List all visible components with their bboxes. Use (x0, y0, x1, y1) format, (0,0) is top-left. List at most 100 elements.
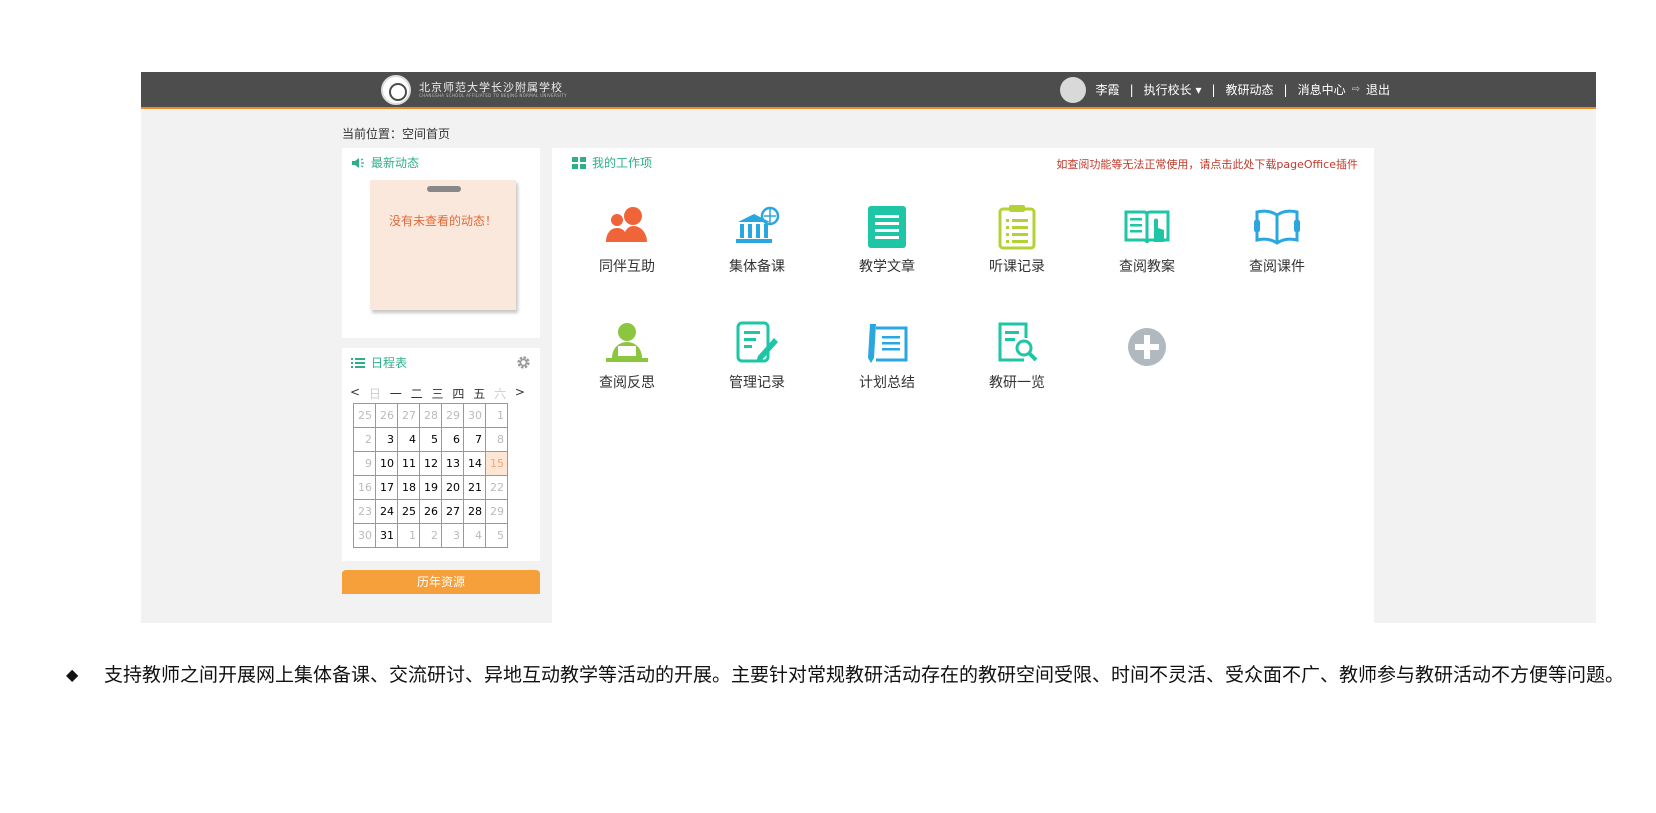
user-name[interactable]: 李霞 (1096, 81, 1120, 98)
tile-management-records[interactable]: 管理记录 (702, 320, 812, 392)
calendar-day[interactable]: 2 (353, 427, 376, 452)
calendar-day[interactable]: 28 (463, 499, 486, 524)
screenshot-frame: 北京师范大学长沙附属学校 CHANGSHA SCHOOL AFFILIATED … (141, 72, 1596, 623)
calendar-day[interactable]: 28 (419, 403, 442, 428)
calendar-day[interactable]: 3 (375, 427, 398, 452)
weekday-label: 二 (410, 387, 423, 401)
calendar-day[interactable]: 29 (441, 403, 464, 428)
plugin-download-link[interactable]: 如查阅功能等无法正常使用，请点击此处下载pageOffice插件 (1056, 156, 1358, 172)
calendar-day[interactable]: 4 (463, 523, 486, 548)
calendar-week-row: 23 24 25 26 27 28 29 (353, 499, 508, 524)
calendar-day[interactable]: 11 (397, 451, 420, 476)
tile-group-lesson-prep[interactable]: 集体备课 (702, 204, 812, 276)
school-logo[interactable]: 北京师范大学长沙附属学校 CHANGSHA SCHOOL AFFILIATED … (381, 75, 567, 105)
diamond-bullet-icon: ◆ (66, 665, 79, 684)
calendar-day[interactable]: 29 (485, 499, 508, 524)
tile-peer-help[interactable]: 同伴互助 (572, 204, 682, 276)
weekday-label: 三 (431, 387, 444, 401)
avatar[interactable] (1059, 76, 1086, 103)
divider: | (1129, 82, 1134, 97)
speaker-icon (352, 157, 364, 168)
calendar-day[interactable]: 9 (353, 451, 376, 476)
search-doc-icon (998, 322, 1038, 362)
calendar-day[interactable]: 20 (441, 475, 464, 500)
calendar-day[interactable]: 30 (463, 403, 486, 428)
building-globe-icon (736, 206, 780, 243)
sticky-note: 没有未查看的动态！ (370, 180, 516, 310)
person-desk-icon (606, 323, 648, 362)
calendar-day[interactable]: 17 (375, 475, 398, 500)
logout-link[interactable]: 退出 (1366, 81, 1390, 98)
calendar-day[interactable]: 25 (397, 499, 420, 524)
calendar-day[interactable]: 26 (419, 499, 442, 524)
tile-plans-summaries[interactable]: 计划总结 (832, 320, 942, 392)
weekday-label: 一 (389, 387, 402, 401)
calendar-day[interactable]: 3 (441, 523, 464, 548)
tile-add-item[interactable] (1092, 320, 1202, 372)
tile-view-reflections[interactable]: 查阅反思 (572, 320, 682, 392)
school-name-en: CHANGSHA SCHOOL AFFILIATED TO BEIJING NO… (419, 92, 567, 98)
calendar-week-row: 2345678 (353, 427, 508, 452)
next-month-button[interactable]: > (515, 385, 525, 402)
calendar-day[interactable]: 31 (375, 523, 398, 548)
divider: | (1211, 82, 1216, 97)
calendar-day[interactable]: 12 (419, 451, 442, 476)
calendar-header: < 日 一 二 三 四 五 六 > (350, 385, 525, 402)
calendar-day[interactable]: 25 (353, 403, 376, 428)
top-bar: 北京师范大学长沙附属学校 CHANGSHA SCHOOL AFFILIATED … (141, 72, 1596, 109)
calendar-day[interactable]: 19 (419, 475, 442, 500)
prev-month-button[interactable]: < (350, 385, 360, 402)
calendar-day[interactable]: 5 (419, 427, 442, 452)
weekday-label: 日 (368, 387, 381, 401)
calendar-day[interactable]: 10 (375, 451, 398, 476)
weekday-label: 五 (473, 387, 486, 401)
calendar-day[interactable]: 26 (375, 403, 398, 428)
calendar-day[interactable]: 5 (485, 523, 508, 548)
calendar-week-row: 30 31 1 2 3 4 5 (353, 523, 508, 548)
calendar-week-row: 9 10 11 12 13 14 15 (353, 451, 508, 476)
message-center-link[interactable]: 消息中心 (1298, 81, 1346, 98)
tile-research-overview[interactable]: 教研一览 (962, 320, 1072, 392)
logout-icon[interactable]: ⇨ (1352, 84, 1360, 95)
calendar-day[interactable]: 27 (397, 403, 420, 428)
schedule-panel: 日程表 < 日 一 二 三 四 五 六 > 25 26 27 28 29 30 1 2 3 4 5 6… (342, 348, 540, 561)
weekday-label: 六 (494, 387, 507, 401)
news-title: 最新动态 (351, 154, 419, 171)
document-icon (868, 206, 906, 248)
gear-icon[interactable] (516, 355, 531, 370)
calendar-day[interactable]: 1 (397, 523, 420, 548)
tile-teaching-articles[interactable]: 教学文章 (832, 204, 942, 276)
calendar-day[interactable]: 15 (485, 451, 508, 476)
calendar-day[interactable]: 8 (485, 427, 508, 452)
calendar-day[interactable]: 18 (397, 475, 420, 500)
tile-view-courseware[interactable]: 查阅课件 (1222, 204, 1332, 276)
history-resources-button[interactable]: 历年资源 (342, 570, 540, 594)
calendar-day[interactable]: 30 (353, 523, 376, 548)
tile-view-lesson-plans[interactable]: 查阅教案 (1092, 204, 1202, 276)
calendar-day[interactable]: 24 (375, 499, 398, 524)
calendar-day[interactable]: 23 (353, 499, 376, 524)
school-seal-icon (381, 75, 411, 105)
news-panel: 最新动态 没有未查看的动态！ (342, 148, 540, 338)
calendar-day[interactable]: 2 (419, 523, 442, 548)
edit-note-icon (736, 321, 778, 363)
calendar-day[interactable]: 4 (397, 427, 420, 452)
clipboard-icon (998, 205, 1036, 250)
calendar-day[interactable]: 21 (463, 475, 486, 500)
news-message: 没有未查看的动态！ (388, 214, 497, 228)
calendar-day[interactable]: 13 (441, 451, 464, 476)
grid-icon (572, 156, 586, 169)
role-dropdown[interactable]: 执行校长 ▾ (1144, 81, 1202, 98)
calendar-day[interactable]: 16 (353, 475, 376, 500)
calendar-day[interactable]: 7 (463, 427, 486, 452)
calendar-day[interactable]: 1 (485, 403, 508, 428)
tile-lecture-records[interactable]: 听课记录 (962, 204, 1072, 276)
teaching-news-link[interactable]: 教研动态 (1226, 81, 1274, 98)
calendar-day[interactable]: 14 (463, 451, 486, 476)
calendar-day[interactable]: 22 (485, 475, 508, 500)
breadcrumb: 当前位置：空间首页 (342, 127, 451, 141)
calendar-day[interactable]: 27 (441, 499, 464, 524)
calendar-day[interactable]: 6 (441, 427, 464, 452)
work-panel: 我的工作项 如查阅功能等无法正常使用，请点击此处下载pageOffice插件 同… (552, 148, 1374, 623)
schedule-title: 日程表 (351, 354, 407, 371)
